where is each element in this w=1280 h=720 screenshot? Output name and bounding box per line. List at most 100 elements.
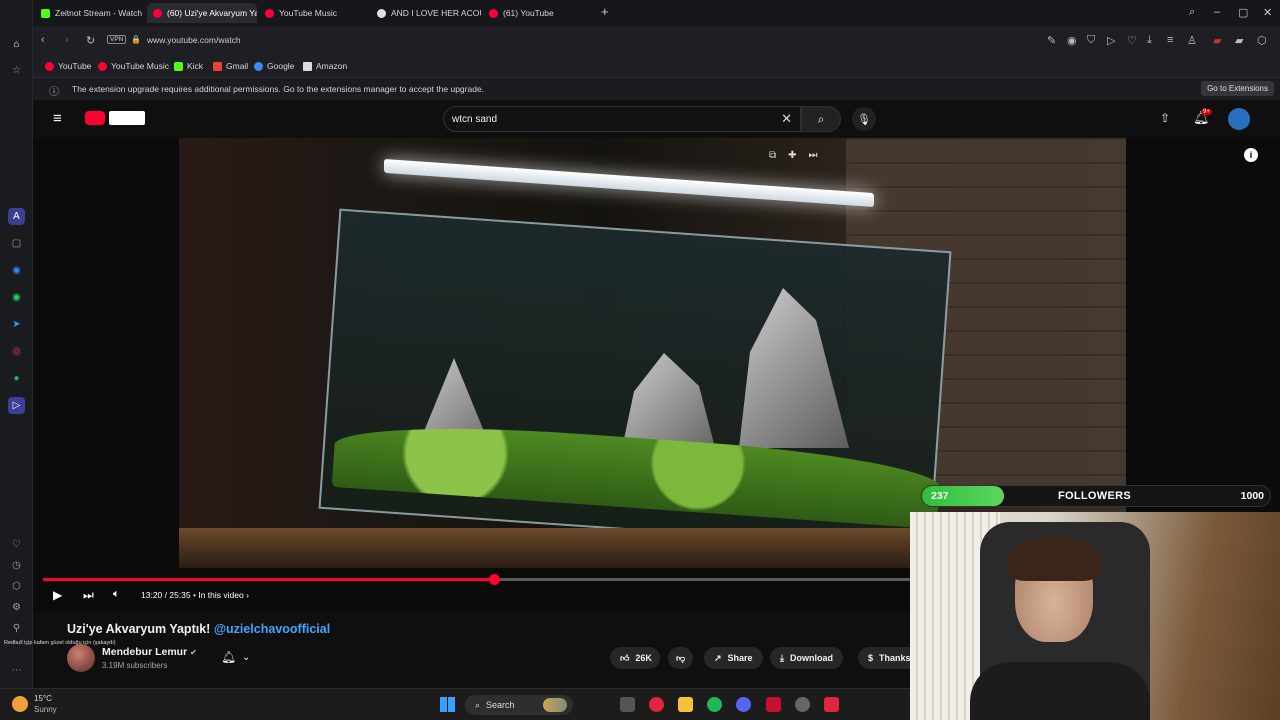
skip-icon[interactable]: ⏭ (809, 150, 818, 161)
go-to-extensions-button[interactable]: Go to Extensions (1201, 81, 1274, 96)
whatsapp-icon[interactable]: ◉ (8, 289, 25, 306)
tab-search-icon[interactable]: ⌕ (1189, 6, 1195, 19)
camera-icon[interactable]: ◉ (1067, 34, 1077, 47)
bookmark-youtube[interactable]: YouTube (45, 61, 91, 71)
bookmark-google[interactable]: Google (254, 61, 294, 71)
video-info-icon[interactable]: i (1244, 148, 1258, 162)
extensions-icon[interactable]: ⬡ (1257, 34, 1267, 47)
share-button[interactable]: ↗ Share (704, 647, 763, 669)
pin-icon[interactable]: ⚲ (8, 620, 25, 637)
discord-icon[interactable] (736, 697, 751, 712)
back-icon[interactable]: ‹ (41, 34, 45, 46)
spotify-icon[interactable]: ● (8, 370, 25, 387)
bookmark-kick[interactable]: Kick (174, 61, 203, 71)
history-icon[interactable]: ◷ (8, 557, 25, 574)
heart-icon[interactable]: ♡ (8, 536, 25, 553)
upload-icon[interactable]: ⇧ (1160, 111, 1170, 125)
extension-icon[interactable]: ▰ (1235, 34, 1243, 47)
voice-search-button[interactable]: 🎙 (852, 107, 876, 131)
opera-icon[interactable] (649, 697, 664, 712)
next-icon[interactable]: ⏭ (83, 588, 94, 603)
play-icon[interactable]: ▶ (53, 588, 62, 602)
more-icon[interactable]: ⋯ (8, 662, 25, 679)
new-tab-icon[interactable]: + (601, 4, 609, 19)
settings-icon[interactable] (795, 697, 810, 712)
hamburger-menu-icon[interactable]: ≡ (53, 110, 62, 127)
weather-description[interactable]: Sunny (34, 705, 57, 714)
bookmark-gmail[interactable]: Gmail (213, 61, 248, 71)
telegram-icon[interactable]: ➤ (8, 316, 25, 333)
aria-icon[interactable]: A (8, 208, 25, 225)
dislike-button[interactable]: 👎︎ (668, 647, 694, 669)
miniplayer-icon[interactable]: ⧉ (769, 150, 776, 161)
chapter-label[interactable]: In this video (198, 590, 243, 600)
reload-icon[interactable]: ↻ (86, 34, 95, 47)
file-explorer-icon[interactable] (678, 697, 693, 712)
clear-search-icon[interactable]: ✕ (781, 111, 792, 127)
amazon-icon (303, 61, 312, 71)
channel-name[interactable]: Mendebur Lemur ✔ (102, 646, 197, 658)
extension-notice: ⓘ The extension upgrade requires additio… (33, 78, 1280, 100)
volume-icon[interactable]: 🔈︎ (113, 588, 120, 601)
url-field[interactable]: www.youtube.com/watch (147, 35, 241, 45)
chevron-right-icon[interactable]: › (246, 590, 249, 600)
home-icon[interactable]: ⌂ (8, 36, 25, 53)
maximize-icon[interactable]: ▢ (1238, 6, 1248, 19)
tab-and-i-love-her[interactable]: AND I LOVE HER ACOUSTI (371, 3, 481, 23)
tab-uzi-video[interactable]: (60) Uzi'ye Akvaryum Yaptı (147, 3, 257, 23)
account-avatar[interactable] (1228, 108, 1250, 130)
thanks-button[interactable]: $ Thanks (858, 647, 918, 669)
youtube-logo-icon[interactable] (85, 111, 105, 125)
subscriber-count: 3.19M subscribers (102, 661, 168, 670)
weather-icon[interactable] (12, 696, 28, 712)
tab-youtube[interactable]: (61) YouTube (483, 3, 593, 23)
menu-icon[interactable]: ≡ (1167, 34, 1173, 46)
instagram-icon[interactable]: ◎ (8, 343, 25, 360)
taskbar-search[interactable]: ⌕ Search (465, 695, 573, 715)
like-button[interactable]: 👍︎ 26K (610, 647, 660, 669)
channel-avatar[interactable] (67, 644, 95, 672)
tab-zeitnot[interactable]: Zeitnot Stream - Watch Li (35, 3, 145, 23)
progress-scrubber[interactable] (488, 574, 500, 585)
bookmark-youtube-music[interactable]: YouTube Music (98, 61, 169, 71)
subscribe-bell-icon[interactable]: 🔔︎ (221, 650, 236, 664)
task-view-icon[interactable] (620, 697, 635, 712)
box-icon[interactable]: ⬡ (8, 578, 25, 595)
settings-icon[interactable]: ⚙ (8, 599, 25, 616)
edit-icon[interactable]: ✎ (1047, 34, 1056, 47)
tab-youtube-music[interactable]: YouTube Music (259, 3, 369, 23)
app-icon[interactable] (824, 697, 839, 712)
close-icon[interactable]: ✕ (1263, 6, 1272, 19)
messenger-icon[interactable]: ◉ (8, 262, 25, 279)
send-icon[interactable]: ▷ (1107, 34, 1115, 47)
star-icon[interactable]: ☆ (8, 62, 25, 79)
search-button[interactable]: ⌕ (801, 106, 841, 132)
bookmark-amazon[interactable]: Amazon (303, 61, 347, 71)
windows-start-icon[interactable] (440, 697, 455, 712)
extension-icon[interactable]: ▰ (1213, 34, 1221, 47)
lock-icon[interactable]: 🔒 (131, 35, 141, 44)
music-icon (377, 8, 386, 18)
shield-icon[interactable]: ⛉ (1087, 34, 1095, 47)
wallet-icon[interactable]: ▢ (8, 235, 25, 252)
vpn-badge[interactable]: VPN (107, 35, 127, 44)
player-icon[interactable]: ▷ (8, 397, 25, 414)
forward-icon[interactable]: › (65, 34, 69, 46)
spotify-icon[interactable] (707, 697, 722, 712)
minimize-icon[interactable]: – (1214, 6, 1220, 18)
profile-icon[interactable]: ♙ (1187, 34, 1197, 47)
weather-temperature[interactable]: 15°C (34, 694, 52, 703)
custom-logo-icon[interactable] (109, 111, 145, 125)
download-icon[interactable]: ⤓ (1147, 34, 1152, 47)
progress-bar[interactable] (43, 574, 910, 585)
verified-icon: ✔ (190, 648, 197, 657)
player-top-controls: ⧉ ✚ ⏭ (769, 150, 818, 161)
app-icon[interactable] (766, 697, 781, 712)
download-button[interactable]: ⤓ Download (770, 647, 843, 669)
search-input[interactable]: wtcn sand ✕ (443, 106, 801, 132)
bookmark-heart-icon[interactable]: ♡ (1127, 34, 1137, 47)
extension-tool-icon[interactable]: ✚ (788, 150, 796, 161)
follower-label: FOLLOWERS (1058, 490, 1131, 502)
title-handle-link[interactable]: @uzielchavoofficial (214, 622, 330, 636)
chevron-down-icon[interactable]: ⌄ (242, 652, 250, 663)
